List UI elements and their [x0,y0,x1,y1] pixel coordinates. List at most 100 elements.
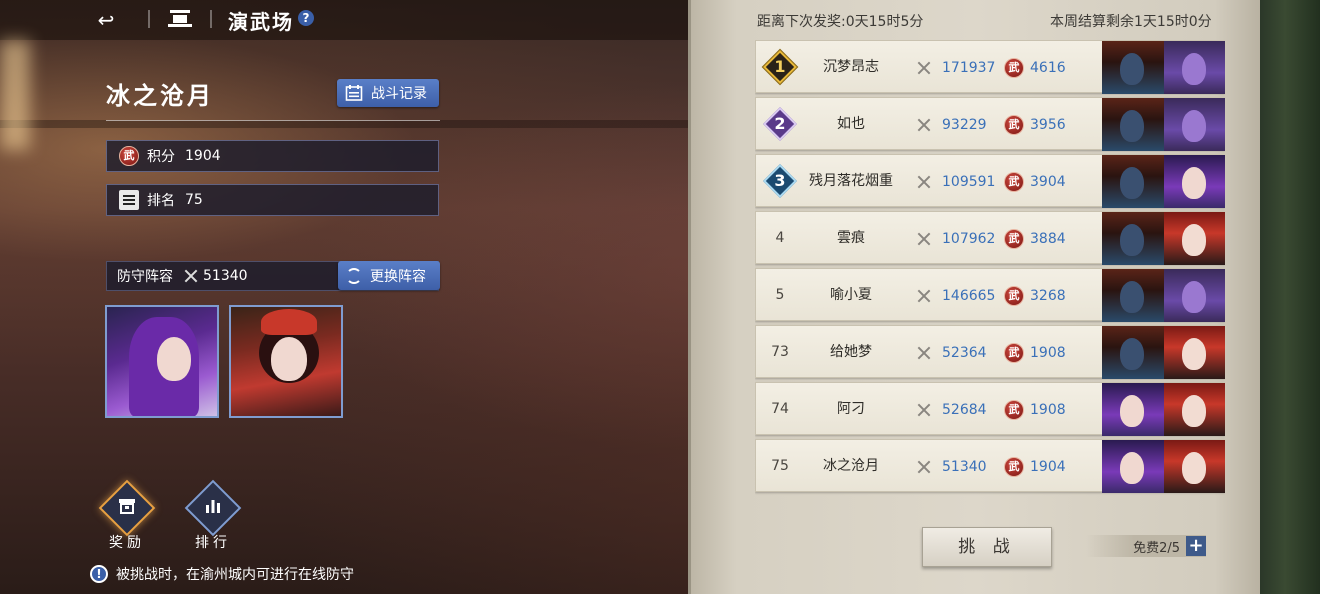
defense-label: 防守阵容 [117,269,173,285]
player-name: 残月落花烟重 [809,173,893,189]
crossed-swords-icon [916,231,932,247]
rank-number: 3 [774,171,786,190]
settlement-countdown: 本周结算剩余1天15时0分 [1050,14,1212,30]
martial-badge-icon: 武 [1004,285,1024,306]
combat-power: 109591 [916,155,995,208]
ranking-list[interactable]: 1 沉梦昂志 171937 武 4616 2 如也 93229 武 3956 3 残月落花烟重 1095… [755,40,1225,500]
hero-face [1182,167,1206,199]
lantern-glow [0,40,30,150]
player-name: 雲痕 [837,230,865,246]
battle-log-button[interactable]: 战斗记录 [337,79,439,107]
hero-face [1182,281,1206,313]
team-portraits [1102,41,1225,94]
combat-power-value: 171937 [942,59,996,76]
rank-number: 74 [771,401,789,417]
combat-power: 52684 [916,383,987,436]
ranking-row[interactable]: 5 喻小夏 146665 武 3268 [755,268,1225,322]
score-label: 积分 [147,149,175,165]
combat-power-value: 52684 [942,401,987,418]
ranking-row[interactable]: 4 雲痕 107962 武 3884 [755,211,1225,265]
arena-score-value: 3956 [1030,116,1066,133]
rank-number: 5 [775,287,785,303]
arena-score: 武 3956 [1004,98,1066,151]
hero-face [1120,167,1144,199]
hero-portrait [1164,41,1225,94]
ranking-row[interactable]: 73 给她梦 52364 武 1908 [755,325,1225,379]
combat-power-value: 52364 [942,344,987,361]
calendar-icon [345,85,363,101]
defender-portrait-2[interactable] [229,305,343,418]
hero-face [1120,338,1144,370]
plus-icon[interactable]: + [1186,536,1206,556]
martial-badge-icon: 武 [1004,171,1024,192]
tip-text: 被挑战时，在渝州城内可进行在线防守 [116,567,354,583]
hero-face [1120,452,1144,484]
free-attempts: 免费2/5 + [1086,535,1206,557]
header-divider [210,10,212,28]
martial-badge-icon: 武 [1004,342,1024,363]
arena-score: 武 3268 [1004,269,1066,322]
hero-portrait [1102,269,1164,322]
rank-number: 2 [774,114,786,133]
martial-badge-icon: 武 [119,146,139,166]
gift-icon-svg [119,499,135,514]
rank-number: 4 [775,230,785,246]
exclamation-icon: ! [90,565,108,583]
battle-log-label: 战斗记录 [371,86,427,102]
arena-score-value: 4616 [1030,59,1066,76]
player-name: 冰之沧月 [823,458,879,474]
player-name: 阿刁 [837,401,865,417]
combat-power: 93229 [916,98,987,151]
home-icon[interactable] [166,8,194,30]
team-portraits [1102,155,1225,208]
combat-power-value: 146665 [942,287,996,304]
team-portraits [1102,212,1225,265]
foliage-edge [1250,0,1320,594]
hero-portrait [1102,326,1164,379]
ranking-row[interactable]: 2 如也 93229 武 3956 [755,97,1225,151]
score-value: 1904 [185,148,221,164]
hero-portrait [1164,383,1225,436]
hero-face [1182,395,1206,427]
reward-button[interactable]: 奖励 [98,479,156,551]
crossed-swords-icon [916,117,932,133]
hero-face [1120,110,1144,142]
ranking-row[interactable]: 3 残月落花烟重 109591 武 3904 [755,154,1225,208]
team-portraits [1102,326,1225,379]
rank-list-icon [119,190,139,210]
ranking-row[interactable]: 75 冰之沧月 51340 武 1904 [755,439,1225,493]
hero-face [1120,395,1144,427]
hero-face [1120,53,1144,85]
arena-score: 武 3904 [1004,155,1066,208]
crossed-swords-icon [916,174,932,190]
martial-badge-icon: 武 [1004,228,1024,249]
ranking-row[interactable]: 1 沉梦昂志 171937 武 4616 [755,40,1225,94]
mid-beam [0,120,700,128]
hero-portrait [1102,41,1164,94]
arena-score: 武 1904 [1004,440,1066,493]
challenge-button[interactable]: 挑 战 [922,527,1052,567]
reward-label: 奖励 [109,535,145,551]
player-name: 冰之沧月 [106,81,214,110]
name-divider [106,120,440,121]
hero-portrait [1102,440,1164,493]
change-lineup-button[interactable]: 更换阵容 [338,261,440,290]
team-portraits [1102,383,1225,436]
arena-score-value: 3268 [1030,287,1066,304]
hero-face [1182,110,1206,142]
ranking-button[interactable]: 排行 [184,479,242,551]
score-box: 武 积分 1904 [106,140,439,172]
reward-countdown: 距离下次发奖:0天15时5分 [757,14,924,30]
combat-power-value: 109591 [942,173,996,190]
team-portraits [1102,98,1225,151]
player-name: 沉梦昂志 [823,59,879,75]
rank-box: 排名 75 [106,184,439,216]
arena-score: 武 3884 [1004,212,1066,265]
arena-score: 武 4616 [1004,41,1066,94]
back-arrow-icon[interactable]: ↩ [92,8,120,32]
hero-portrait [1164,155,1225,208]
bar-chart-icon-svg [206,500,220,513]
question-icon[interactable]: ? [298,10,314,26]
defender-portrait-1[interactable] [105,305,219,418]
ranking-row[interactable]: 74 阿刁 52684 武 1908 [755,382,1225,436]
